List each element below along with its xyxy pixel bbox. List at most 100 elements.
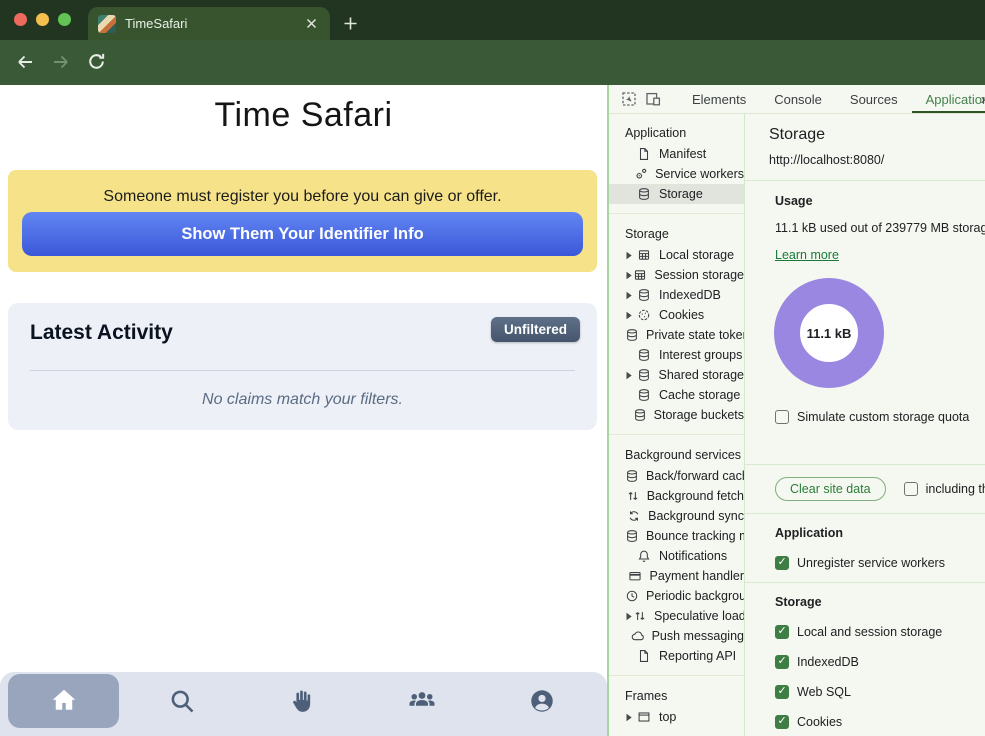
divider bbox=[745, 582, 985, 583]
inspect-element-icon[interactable] bbox=[621, 89, 637, 109]
tree-item-payment-handler[interactable]: Payment handler bbox=[609, 566, 744, 586]
application-checkbox-unregister-service-workers[interactable] bbox=[775, 556, 789, 570]
usage-text: 11.1 kB used out of 239779 MB storage qu… bbox=[775, 221, 985, 235]
storage-row-web-sql[interactable]: Web SQL bbox=[775, 685, 985, 699]
minimize-window-button[interactable] bbox=[36, 13, 49, 26]
back-button[interactable] bbox=[15, 52, 35, 72]
tree-item-interest-groups[interactable]: Interest groups bbox=[609, 345, 744, 365]
toggle-device-toolbar-icon[interactable] bbox=[645, 89, 662, 109]
tree-item-shared-storage[interactable]: Shared storage bbox=[609, 365, 744, 385]
forward-button[interactable] bbox=[51, 52, 71, 72]
tree-item-background-sync[interactable]: Background sync bbox=[609, 506, 744, 526]
zoom-window-button[interactable] bbox=[58, 13, 71, 26]
section-title: Background services bbox=[609, 444, 744, 466]
clear-site-data-row: Clear site data including third-party co… bbox=[775, 477, 985, 501]
tree-item-label: Session storage bbox=[654, 268, 744, 282]
nav-home-button[interactable] bbox=[8, 674, 119, 728]
tree-item-label: Manifest bbox=[659, 147, 706, 161]
devtools-panel: ElementsConsoleSourcesApplication » Appl… bbox=[607, 85, 985, 736]
expander-icon[interactable] bbox=[625, 311, 636, 320]
tree-item-label: Background fetch bbox=[647, 489, 744, 503]
tree-item-manifest[interactable]: Manifest bbox=[609, 144, 744, 164]
storage-row-indexeddb[interactable]: IndexedDB bbox=[775, 655, 985, 669]
third-party-cookies-row[interactable]: including third-party cookies bbox=[904, 482, 985, 496]
storage-checkbox-cookies[interactable] bbox=[775, 715, 789, 729]
nav-people-button[interactable] bbox=[392, 674, 452, 728]
tree-item-reporting-api[interactable]: Reporting API bbox=[609, 646, 744, 666]
database-icon bbox=[625, 327, 639, 343]
close-window-button[interactable] bbox=[14, 13, 27, 26]
tree-item-indexeddb[interactable]: IndexedDB bbox=[609, 285, 744, 305]
devtools-tabs: ElementsConsoleSourcesApplication bbox=[678, 85, 985, 113]
storage-checkbox-local-and-session-storage[interactable] bbox=[775, 625, 789, 639]
expander-icon[interactable] bbox=[625, 291, 636, 300]
show-identifier-info-button[interactable]: Show Them Your Identifier Info bbox=[22, 212, 583, 256]
tab-close-icon[interactable] bbox=[302, 15, 320, 33]
latest-activity-card: Latest Activity Unfiltered No claims mat… bbox=[8, 303, 597, 430]
storage-row-local-and-session-storage[interactable]: Local and session storage bbox=[775, 625, 985, 639]
database-icon bbox=[636, 186, 652, 202]
expander-icon[interactable] bbox=[625, 271, 633, 280]
learn-more-link[interactable]: Learn more bbox=[775, 248, 839, 262]
tree-item-storage[interactable]: Storage bbox=[609, 184, 744, 204]
storage-checkbox-web-sql[interactable] bbox=[775, 685, 789, 699]
more-tabs-icon[interactable]: » bbox=[981, 91, 985, 108]
nav-search-button[interactable] bbox=[152, 674, 212, 728]
devtools-tab-elements[interactable]: Elements bbox=[678, 85, 760, 113]
tree-item-top[interactable]: top bbox=[609, 707, 744, 727]
tree-item-private-state-tokens[interactable]: Private state tokens bbox=[609, 325, 744, 345]
tree-item-label: Storage buckets bbox=[654, 408, 744, 422]
tree-item-local-storage[interactable]: Local storage bbox=[609, 245, 744, 265]
tree-item-push-messaging[interactable]: Push messaging bbox=[609, 626, 744, 646]
new-tab-button[interactable] bbox=[338, 11, 362, 35]
tree-item-periodic-background-sync[interactable]: Periodic background sync bbox=[609, 586, 744, 606]
storage-checkbox-indexeddb[interactable] bbox=[775, 655, 789, 669]
checkbox-label: Web SQL bbox=[797, 685, 851, 699]
devtools-tab-application[interactable]: Application bbox=[912, 85, 985, 113]
simulate-quota-row[interactable]: Simulate custom storage quota bbox=[775, 410, 985, 424]
bottom-navigation bbox=[0, 672, 607, 736]
nav-profile-button[interactable] bbox=[512, 674, 572, 728]
tree-item-background-fetch[interactable]: Background fetch bbox=[609, 486, 744, 506]
page-title: Time Safari bbox=[0, 96, 607, 135]
storage-row-cookies[interactable]: Cookies bbox=[775, 715, 985, 729]
expander-icon[interactable] bbox=[625, 713, 636, 722]
hand-icon bbox=[288, 687, 316, 715]
browser-tab[interactable]: TimeSafari bbox=[88, 7, 330, 40]
tree-item-session-storage[interactable]: Session storage bbox=[609, 265, 744, 285]
bell-icon bbox=[636, 548, 652, 564]
divider bbox=[745, 180, 985, 181]
tab-title: TimeSafari bbox=[125, 16, 302, 31]
devtools-section-background-services: Background servicesBack/forward cache Bac… bbox=[609, 434, 744, 675]
reload-button[interactable] bbox=[87, 52, 107, 72]
tree-item-label: Service workers bbox=[655, 167, 744, 181]
tree-item-label: Local storage bbox=[659, 248, 734, 262]
section-title: Storage bbox=[609, 223, 744, 245]
tree-item-speculative-loads[interactable]: Speculative loads bbox=[609, 606, 744, 626]
people-icon bbox=[407, 686, 437, 716]
tree-item-bounce-tracking-mitigation[interactable]: Bounce tracking mitigation bbox=[609, 526, 744, 546]
tree-item-label: Interest groups bbox=[659, 348, 742, 362]
devtools-tab-console[interactable]: Console bbox=[760, 85, 836, 113]
clear-site-data-button[interactable]: Clear site data bbox=[775, 477, 886, 501]
nav-hand-button[interactable] bbox=[272, 674, 332, 728]
devtools-tab-sources[interactable]: Sources bbox=[836, 85, 912, 113]
card-icon bbox=[628, 568, 642, 584]
tree-item-cache-storage[interactable]: Cache storage bbox=[609, 385, 744, 405]
expander-icon[interactable] bbox=[625, 251, 636, 260]
simulate-quota-checkbox[interactable] bbox=[775, 410, 789, 424]
tree-item-notifications[interactable]: Notifications bbox=[609, 546, 744, 566]
home-icon bbox=[49, 686, 79, 716]
application-row-unregister-service-workers[interactable]: Unregister service workers bbox=[775, 556, 985, 570]
expander-icon[interactable] bbox=[625, 371, 636, 380]
devtools-section-storage: Storage Local storage Session storage Index… bbox=[609, 213, 744, 434]
third-party-cookies-checkbox[interactable] bbox=[904, 482, 918, 496]
file-icon bbox=[636, 146, 652, 162]
tree-item-storage-buckets[interactable]: Storage buckets bbox=[609, 405, 744, 425]
expander-icon[interactable] bbox=[625, 612, 633, 621]
tree-item-service-workers[interactable]: Service workers bbox=[609, 164, 744, 184]
unfiltered-filter-button[interactable]: Unfiltered bbox=[491, 317, 580, 342]
tree-item-cookies[interactable]: Cookies bbox=[609, 305, 744, 325]
tree-item-back-forward-cache[interactable]: Back/forward cache bbox=[609, 466, 744, 486]
tree-item-label: Periodic background sync bbox=[646, 589, 745, 603]
